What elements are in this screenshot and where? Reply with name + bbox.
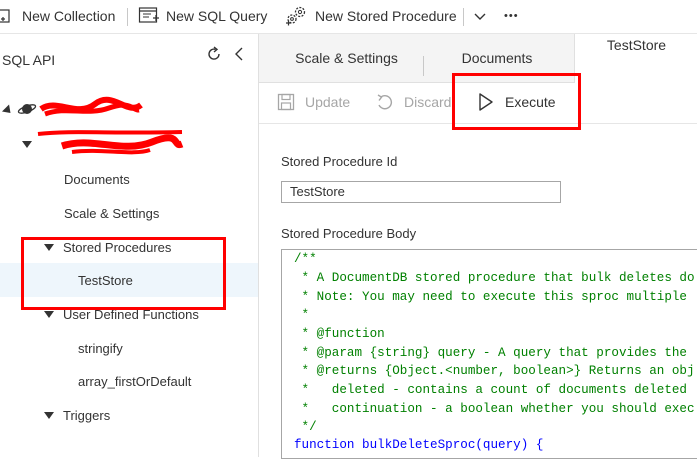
new-stored-procedure-label: New Stored Procedure [315,8,457,24]
resource-tree-panel: SQL API Documents Scale & Settings Store… [0,34,259,457]
tree-item-teststore[interactable]: TestStore [0,263,258,297]
tab-label: Scale & Settings [295,50,398,66]
toolbar-divider [127,8,128,26]
save-icon [277,93,295,111]
tree-item-array-firstordefault[interactable]: array_firstOrDefault [0,365,258,397]
tree-item-stringify[interactable]: stringify [0,332,258,364]
code-line: * @returns {Object.<number, boolean>} Re… [294,364,695,378]
code-line: */ [294,420,317,434]
tree-item-label: Documents [64,171,130,187]
tree-item-triggers[interactable]: Triggers [0,399,258,431]
top-toolbar: New Collection New SQL Query New Stored … [0,0,697,34]
expand-caret-icon [22,140,32,148]
code-line: * continuation - a boolean whether you s… [294,402,695,416]
new-sql-query-label: New SQL Query [166,8,268,24]
update-label: Update [305,94,351,110]
tab-label: Documents [461,50,533,66]
stored-procedure-body-label: Stored Procedure Body [281,226,417,241]
code-editor[interactable]: /** * A DocumentDB stored procedure that… [281,249,697,459]
more-options-button[interactable]: ••• [504,0,519,32]
new-collection-button[interactable]: New Collection [0,0,115,32]
expand-caret-icon [44,243,54,251]
redaction-scribble [32,128,192,161]
code-line: * @param {string} query - A query that p… [294,346,687,360]
code-line: * deleted - contains a count of document… [294,383,687,397]
expand-caret-icon [44,310,54,318]
discard-button[interactable]: Discard [376,83,451,121]
stored-procedure-id-label: Stored Procedure Id [281,154,398,169]
tree-item-documents[interactable]: Documents [0,163,258,195]
expand-caret-icon [44,411,54,419]
tab-scale-settings[interactable]: Scale & Settings [259,34,434,82]
chevron-down-icon [473,8,487,24]
tab-documents[interactable]: Documents [431,34,563,82]
command-bar: Update Discard Execute [259,83,697,124]
play-icon [477,92,495,112]
collapse-panel-icon[interactable] [234,47,244,66]
tree-item-label: stringify [78,340,123,356]
new-query-icon [138,5,160,28]
tab-divider [423,56,424,76]
code-line: * A DocumentDB stored procedure that bul… [294,271,695,285]
new-collection-icon [0,6,16,27]
tree-item-label: array_firstOrDefault [78,373,192,389]
tab-strip: Scale & Settings Documents TestStore [259,34,697,83]
tree-header-actions [206,46,244,67]
tab-teststore[interactable]: TestStore [574,34,697,83]
execute-label: Execute [505,94,556,110]
new-collection-label: New Collection [22,8,116,24]
tree-item-label: Scale & Settings [64,205,160,221]
code-line: /** [294,252,317,266]
refresh-icon[interactable] [206,46,222,67]
stored-procedure-id-input[interactable]: TestStore [281,181,561,203]
code-line: * [294,308,310,322]
tree-item-user-defined-functions[interactable]: User Defined Functions [0,298,258,330]
new-stored-procedure-button[interactable]: New Stored Procedure [285,0,457,32]
tree-item-label: User Defined Functions [63,306,199,322]
tree-item-label: Stored Procedures [63,239,172,255]
tree-item-label: Triggers [63,407,111,423]
expand-caret-icon [1,103,15,117]
database-node[interactable] [0,94,258,126]
api-title: SQL API [2,52,56,68]
update-button[interactable]: Update [277,83,350,121]
tree-item-scale-settings[interactable]: Scale & Settings [0,197,258,229]
editor-panel: Scale & Settings Documents TestStore Upd… [259,34,697,459]
gears-icon [285,4,309,29]
code-line: * @function [294,327,385,341]
collection-node[interactable] [0,128,258,160]
undo-icon [376,93,394,111]
tree-item-label: TestStore [78,272,133,288]
redaction-scribble [37,96,147,125]
ellipsis-icon: ••• [504,10,519,22]
discard-label: Discard [404,94,452,110]
tab-label: TestStore [606,36,667,53]
tree-item-stored-procedures[interactable]: Stored Procedures [0,231,258,263]
code-line: * Note: You may need to execute this spr… [294,290,687,304]
new-sql-query-button[interactable]: New SQL Query [138,0,267,32]
toolbar-overflow-dropdown[interactable] [473,0,487,32]
execute-button[interactable]: Execute [477,83,556,121]
code-line: function bulkDeleteSproc(query) { [294,438,544,452]
database-planet-icon [17,100,37,121]
toolbar-divider [463,8,464,26]
